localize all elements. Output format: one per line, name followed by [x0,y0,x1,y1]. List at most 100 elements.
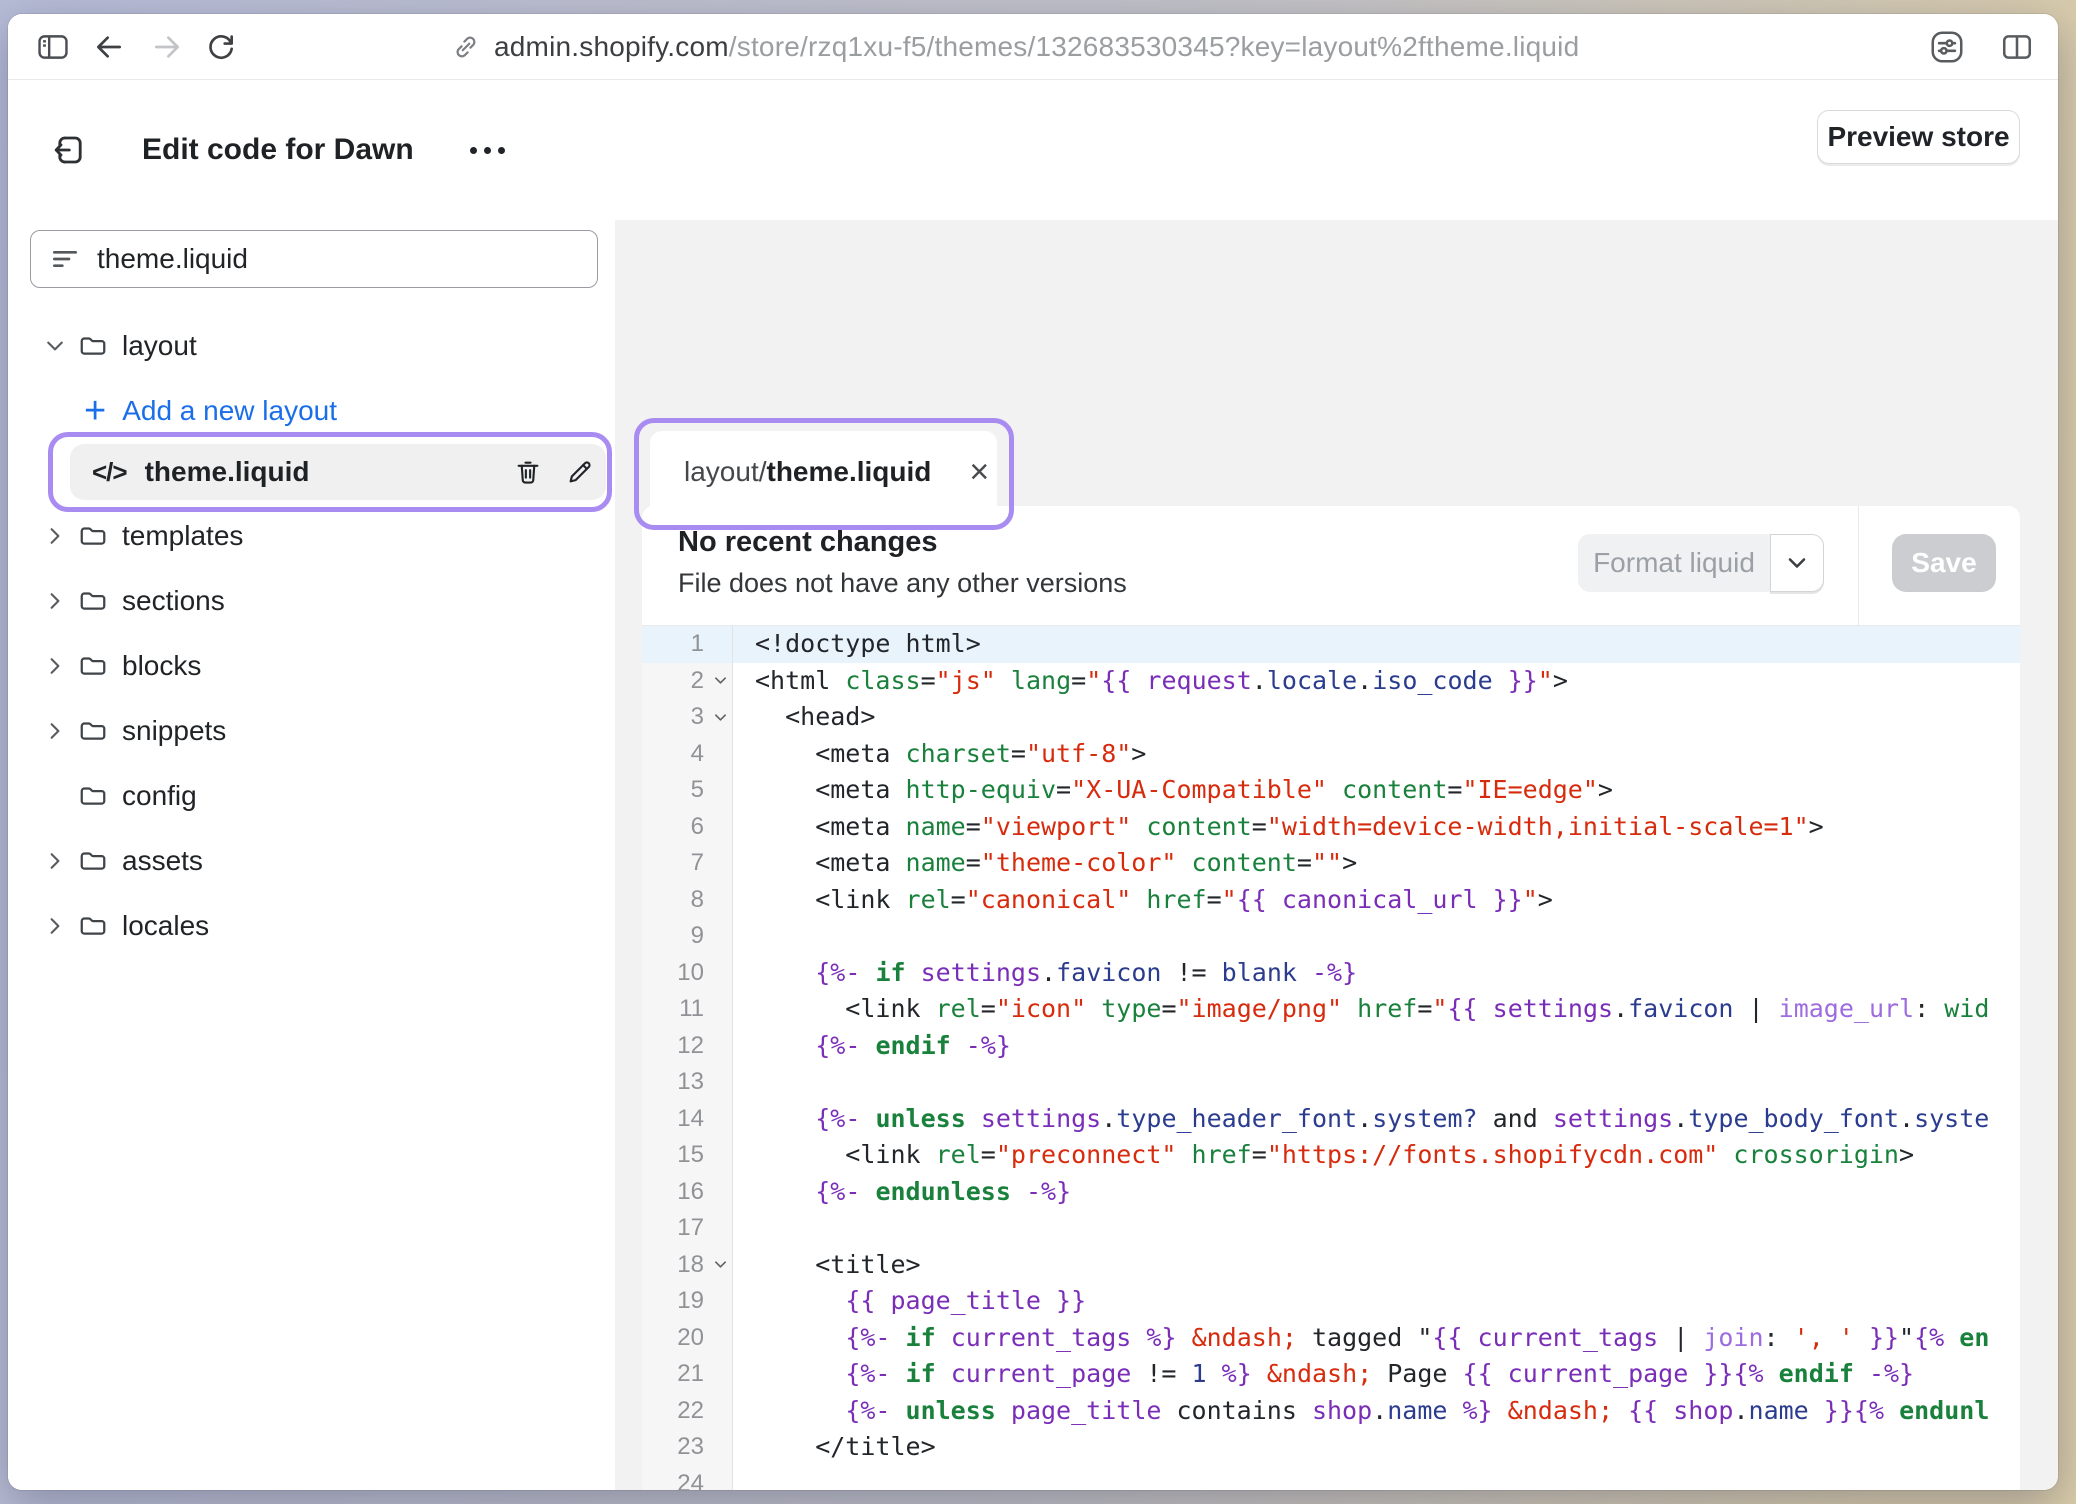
code-line[interactable]: 15 <link rel="preconnect" href="https://… [642,1137,2020,1174]
line-number: 7 [642,849,708,877]
file-search-input[interactable]: theme.liquid [30,230,598,288]
chevron-icon[interactable] [45,530,65,542]
code-text: {%- endunless -%} [733,1174,2020,1211]
code-line[interactable]: 23 </title> [642,1429,2020,1466]
exit-editor-icon[interactable] [52,132,88,168]
format-options-dropdown[interactable] [1770,534,1824,592]
code-line[interactable]: 20 {%- if current_tags %} &ndash; tagged… [642,1320,2020,1357]
code-text: <!doctype html> [733,626,2020,663]
code-line[interactable]: 16 {%- endunless -%} [642,1174,2020,1211]
code-text: <meta name="theme-color" content=""> [733,845,2020,882]
code-line[interactable]: 1 <!doctype html> [642,626,2020,663]
page-settings-icon[interactable] [1928,28,1966,66]
back-icon[interactable] [90,28,128,66]
fold-toggle-icon[interactable] [708,713,732,722]
code-line[interactable]: 18 <title> [642,1247,2020,1284]
version-status-subtitle: File does not have any other versions [678,568,1127,599]
content-area: theme.liquid layout + Add a new layout <… [8,220,2058,1490]
chevron-icon[interactable] [45,660,65,672]
code-text: {%- endif -%} [733,1028,2020,1065]
tab-theme-liquid[interactable]: layout/theme.liquid × [650,431,997,513]
code-text: <meta name="viewport" content="width=dev… [733,809,2020,846]
code-line[interactable]: 8 <link rel="canonical" href="{{ canonic… [642,882,2020,919]
code-line[interactable]: 9 [642,918,2020,955]
code-line[interactable]: 5 <meta http-equiv="X-UA-Compatible" con… [642,772,2020,809]
code-line[interactable]: 22 {%- unless page_title contains shop.n… [642,1393,2020,1430]
file-sidebar: theme.liquid layout + Add a new layout <… [8,220,615,1490]
gutter-cell: 12 [642,1028,733,1065]
format-liquid-button[interactable]: Format liquid [1578,534,1770,592]
split-view-icon[interactable] [1998,28,2036,66]
fold-toggle-icon[interactable] [708,676,732,685]
code-line[interactable]: 7 <meta name="theme-color" content=""> [642,845,2020,882]
link-icon [452,33,480,61]
tab-close-icon[interactable]: × [969,455,989,489]
code-line[interactable]: 4 <meta charset="utf-8"> [642,736,2020,773]
code-area[interactable]: 1 <!doctype html> 2 <html class="js" lan… [642,626,2020,1490]
forward-icon [148,28,186,66]
code-line[interactable]: 13 [642,1064,2020,1101]
gutter-cell: 13 [642,1064,733,1101]
line-number: 10 [642,959,708,987]
page-title: Edit code for Dawn [142,133,414,167]
code-line[interactable]: 17 [642,1210,2020,1247]
code-text: {%- if settings.favicon != blank -%} [733,955,2020,992]
tree-folder-item[interactable]: layout [8,328,615,364]
code-file-icon: </> [92,457,127,488]
line-number: 22 [642,1397,708,1425]
tree-folder-item[interactable]: locales [8,908,615,944]
add-new-layout-link[interactable]: + Add a new layout [8,393,615,429]
app-header: Edit code for Dawn Preview store [8,80,2058,220]
code-line[interactable]: 24 [642,1466,2020,1491]
tree-folder-item[interactable]: templates [8,518,615,554]
gutter-cell: 20 [642,1320,733,1357]
chevron-icon[interactable] [45,855,65,867]
code-text: <title> [733,1247,2020,1284]
chevron-icon[interactable] [45,595,65,607]
code-text: {%- unless page_title contains shop.name… [733,1393,2020,1430]
delete-file-icon[interactable] [512,456,544,488]
line-number: 23 [642,1433,708,1461]
gutter-cell: 14 [642,1101,733,1138]
code-text [733,1210,2020,1247]
gutter-cell: 15 [642,1137,733,1174]
line-number: 6 [642,813,708,841]
save-button[interactable]: Save [1892,534,1996,592]
fold-toggle-icon[interactable] [708,1260,732,1269]
chevron-icon[interactable] [45,340,65,352]
preview-store-button[interactable]: Preview store [1817,110,2020,164]
tree-folder-item[interactable]: config [8,778,615,814]
code-line[interactable]: 14 {%- unless settings.type_header_font.… [642,1101,2020,1138]
tab-file-name: theme.liquid [767,456,932,488]
code-line[interactable]: 19 {{ page_title }} [642,1283,2020,1320]
code-line[interactable]: 6 <meta name="viewport" content="width=d… [642,809,2020,846]
code-line[interactable]: 12 {%- endif -%} [642,1028,2020,1065]
address-bar[interactable]: admin.shopify.com/store/rzq1xu-f5/themes… [452,14,1579,80]
more-actions-icon[interactable] [460,137,515,164]
gutter-cell: 2 [642,663,733,700]
code-line[interactable]: 3 <head> [642,699,2020,736]
line-number: 3 [642,703,708,731]
code-line[interactable]: 2 <html class="js" lang="{{ request.loca… [642,663,2020,700]
tree-folder-item[interactable]: blocks [8,648,615,684]
gutter-cell: 17 [642,1210,733,1247]
sidebar-toggle-icon[interactable] [34,28,72,66]
browser-toolbar: admin.shopify.com/store/rzq1xu-f5/themes… [8,14,2058,80]
tree-file-item-selected[interactable]: </> theme.liquid [70,444,606,500]
tree-folder-item[interactable]: sections [8,583,615,619]
tab-path-prefix: layout/ [684,456,767,488]
line-number: 14 [642,1105,708,1133]
line-number: 11 [642,995,708,1023]
code-line[interactable]: 10 {%- if settings.favicon != blank -%} [642,955,2020,992]
chevron-icon[interactable] [45,920,65,932]
code-line[interactable]: 11 <link rel="icon" type="image/png" hre… [642,991,2020,1028]
chevron-icon[interactable] [45,725,65,737]
code-line[interactable]: 21 {%- if current_page != 1 %} &ndash; P… [642,1356,2020,1393]
code-text: <link rel="preconnect" href="https://fon… [733,1137,2020,1174]
reload-icon[interactable] [202,28,240,66]
rename-file-icon[interactable] [564,456,596,488]
tree-folder-item[interactable]: snippets [8,713,615,749]
code-text: <link rel="icon" type="image/png" href="… [733,991,2020,1028]
url-domain: admin.shopify.com [494,31,729,62]
tree-folder-item[interactable]: assets [8,843,615,879]
